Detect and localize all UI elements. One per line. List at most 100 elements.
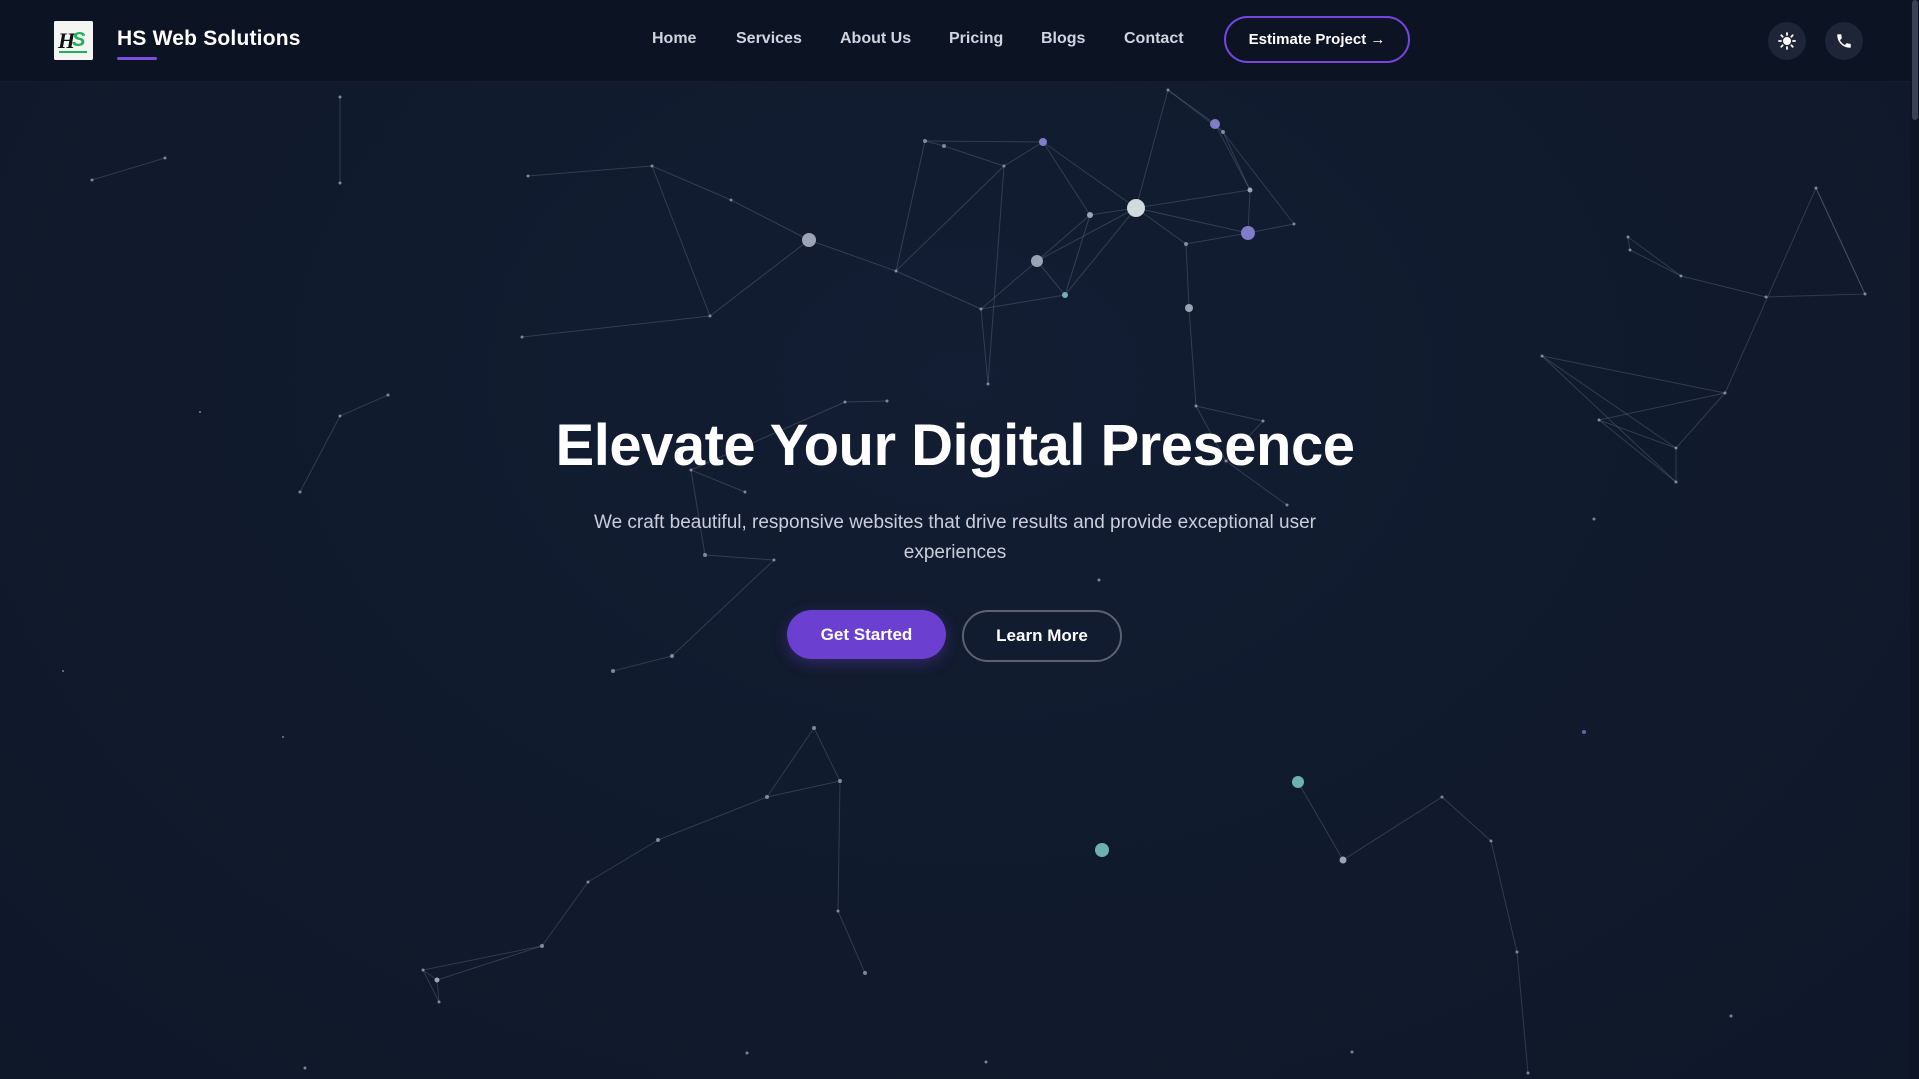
particle-link [1064,214,1091,296]
particle-node [986,382,990,386]
particle-node [1285,503,1289,507]
particle-link [980,260,1038,310]
particle-node [1729,1014,1733,1018]
particle-node [942,144,946,148]
particle-node [1221,130,1225,134]
particle-node [729,198,733,202]
brand-name[interactable]: HS Web Solutions [117,27,301,51]
particle-node [303,1066,307,1070]
sun-icon [1778,32,1796,50]
particle-node [812,726,816,730]
particle-link [91,157,166,181]
particle-node [434,977,440,983]
phone-button[interactable] [1825,22,1863,60]
particle-node [1723,391,1727,395]
particle-node [338,414,342,418]
particle-link [730,199,810,241]
particle-node [885,399,889,403]
particle-link [1675,392,1726,449]
particle-node [689,468,693,472]
particle-link [690,469,706,556]
particle-node [743,490,747,494]
particle-link [837,780,841,912]
scrollbar-track[interactable] [1910,0,1919,1079]
particle-node [586,880,590,884]
particle-link [651,165,732,201]
particle-node [1184,242,1188,246]
particle-link [1629,249,1682,277]
particle-node [708,314,712,318]
particle-node [386,393,390,397]
particle-node [894,269,898,273]
logo[interactable]: H S [54,21,93,60]
theme-toggle-button[interactable] [1768,22,1806,60]
particle-link [1297,781,1344,861]
particle-link [1042,141,1137,209]
particle-node [1626,235,1630,239]
particle-node [979,307,983,311]
particle-link [690,469,746,493]
particle-node [338,95,342,99]
particle-node [338,181,342,185]
particle-link [980,308,989,385]
particle-node [611,669,615,673]
particle-node [1087,212,1093,218]
particle-node [1814,186,1818,190]
particle-node [1292,776,1304,788]
nav-link-pricing[interactable]: Pricing [949,30,1003,48]
scrollbar-thumb[interactable] [1912,0,1918,120]
particle-node [1597,418,1601,422]
logo-icon: H S [54,21,93,60]
particle-link [924,140,945,147]
particle-link [436,945,543,981]
particle-node [520,335,524,339]
particle-link [709,239,810,317]
particle-link [587,839,659,883]
nav-link-about-us[interactable]: About Us [840,30,911,48]
navbar: H S HS Web Solutions Home Services About… [0,0,1910,82]
particle-node [1764,295,1768,299]
learn-more-button[interactable]: Learn More [962,610,1122,662]
particle-link [1441,796,1492,842]
particle-node [1526,1071,1530,1075]
particle-node [421,968,425,972]
estimate-project-button[interactable]: Estimate Project → [1224,16,1410,63]
particle-link [1490,840,1518,953]
nav-link-blogs[interactable]: Blogs [1041,30,1085,48]
particle-link [1036,214,1091,262]
particle-node [802,233,816,247]
particle-node [703,553,707,557]
particle-link [924,140,1044,143]
particle-link [541,881,589,947]
particle-link [1342,796,1443,861]
particle-node [1127,199,1145,217]
brand-underline [117,57,157,60]
particle-node [298,490,302,494]
particle-node [1540,354,1544,358]
particle-node [1350,1050,1354,1054]
particle-node [745,1051,749,1055]
nav-link-services[interactable]: Services [736,30,802,48]
particle-link [1135,89,1169,209]
particle-node [526,174,530,178]
particle-link [1598,392,1726,421]
particle-node [282,736,284,738]
particle-link [813,727,841,782]
particle-node [1166,88,1170,92]
particle-link [299,415,341,493]
page: H S HS Web Solutions Home Services About… [0,0,1919,1079]
particle-link [1516,951,1529,1074]
get-started-button[interactable]: Get Started [787,610,946,659]
particle-link [612,655,673,672]
particle-link [1036,207,1137,262]
particle-link [1541,355,1677,483]
particle-link [1225,460,1288,506]
particle-node [540,944,544,948]
particle-link [766,780,841,798]
particle-node [843,400,847,404]
particle-link [1064,207,1137,296]
nav-link-home[interactable]: Home [652,30,696,48]
nav-link-contact[interactable]: Contact [1124,30,1184,48]
particle-link [1185,232,1249,245]
particle-links [91,89,1866,1074]
